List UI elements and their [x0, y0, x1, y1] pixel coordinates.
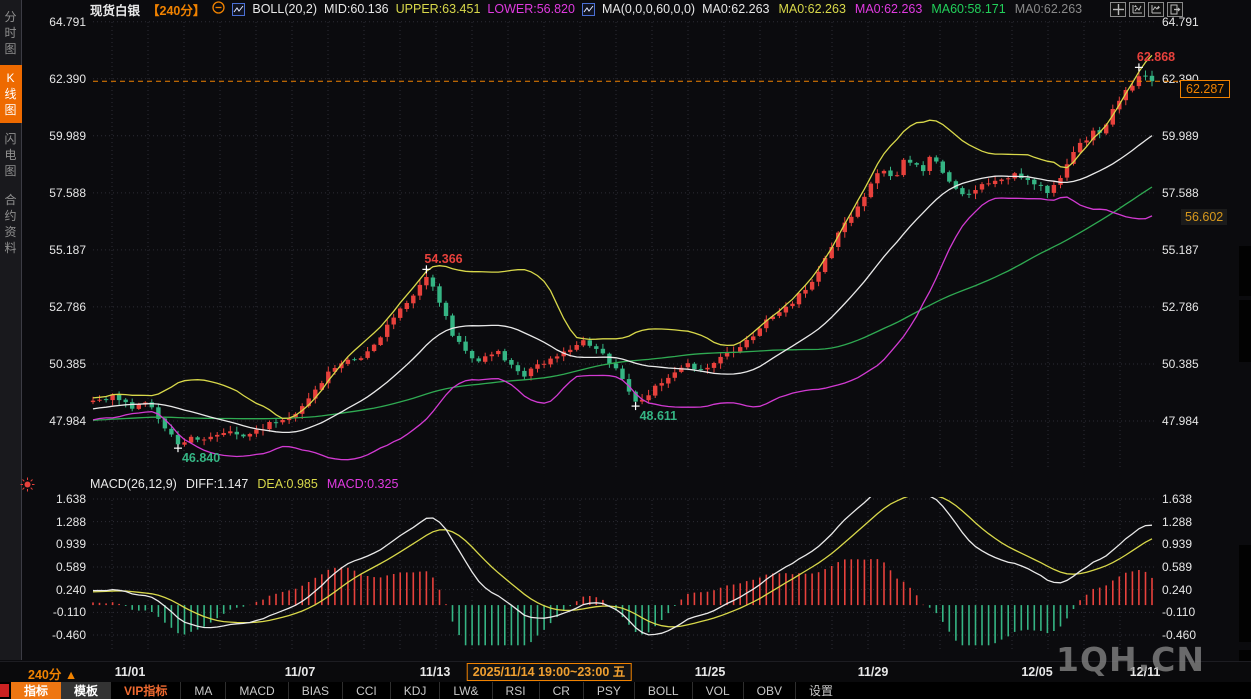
boll-name: BOLL(20,2) [252, 2, 317, 16]
macd-dea-value: DEA:0.985 [257, 477, 318, 491]
ma-value: MA0:62.263 [854, 2, 923, 16]
low-price-annotation: 46.840 [181, 451, 221, 466]
macd-diff-value: DIFF:1.147 [185, 477, 249, 491]
boll-upper-value: UPPER:63.451 [395, 2, 481, 16]
chart-legend-bar: 现货白银 【240分】 BOLL(20,2) MID:60.136 UPPER:… [90, 0, 1082, 19]
watermark: 1QH.CN [1056, 640, 1206, 679]
boll-lower-value: LOWER:56.820 [487, 2, 575, 16]
boll-mid-value: MID:60.136 [324, 2, 389, 16]
indicator-alert-icon[interactable] [20, 477, 35, 497]
exit-chart-icon[interactable] [1167, 2, 1183, 17]
chart-tool-icons [1110, 2, 1183, 17]
extreme-marker-cross [1134, 63, 1143, 72]
macd-legend-bar: MACD(26,12,9) DIFF:1.147 DEA:0.985 MACD:… [90, 477, 398, 491]
extreme-marker-cross [422, 265, 431, 274]
candles [90, 67, 1155, 449]
boll-indicator-icon[interactable] [232, 2, 246, 16]
ma-indicator-icon[interactable] [581, 2, 595, 16]
extreme-marker-cross [173, 444, 182, 453]
move-crosshair-icon[interactable] [1110, 2, 1126, 17]
ma60-line [92, 186, 1153, 421]
macd-name: MACD(26,12,9) [90, 477, 177, 491]
scale-right-icon[interactable] [1148, 2, 1164, 17]
collapse-icon[interactable] [212, 1, 226, 17]
boll-lower-line [92, 196, 1153, 461]
ma-value: MA0:62.263 [1014, 2, 1083, 16]
settlement-price-label: 56.602 [1181, 209, 1228, 225]
ma-value: MA60:58.171 [931, 2, 1006, 16]
current-price-box: 62.287 [1180, 80, 1231, 98]
kline-chart-canvas[interactable] [0, 0, 1251, 699]
macd-macd-value: MACD:0.325 [326, 477, 399, 491]
low-price-annotation: 48.611 [639, 409, 678, 424]
boll-mid-line [92, 135, 1153, 434]
high-price-annotation: 62.868 [1136, 50, 1176, 65]
high-price-annotation: 54.366 [424, 252, 463, 267]
extreme-marker-cross [631, 402, 640, 411]
ma-value: MA0:62.263 [778, 2, 846, 16]
ma-value: MA0:62.263 [702, 2, 770, 16]
ma-values: MA0:62.263 MA0:62.263 MA0:62.263 MA60:58.17… [702, 2, 1082, 16]
symbol-name: 现货白银 [90, 3, 141, 18]
trading-app-window: 分时图K线图闪电图合约资料 现货白银 【240分】 BOLL(20,2) MID… [0, 0, 1251, 699]
interval-tag[interactable]: 【240分】 [147, 0, 205, 19]
scale-left-icon[interactable] [1129, 2, 1145, 17]
macd-histogram [92, 559, 1153, 646]
ma-name: MA(0,0,0,60,0,0) [601, 2, 696, 16]
